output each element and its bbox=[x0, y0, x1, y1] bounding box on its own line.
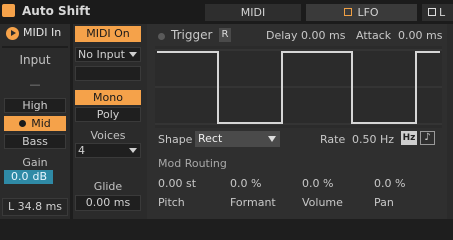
play-icon bbox=[6, 27, 19, 40]
mono-label: Mono bbox=[93, 91, 123, 104]
shape-value: Rect bbox=[198, 132, 223, 145]
midi-input-value: No Input bbox=[78, 48, 125, 61]
latency-readout: L 34.8 ms bbox=[2, 198, 68, 216]
chevron-down-icon bbox=[129, 52, 137, 57]
voices-value: 4 bbox=[78, 144, 85, 157]
more-checkbox-icon[interactable] bbox=[428, 8, 436, 16]
auto-shift-device: Auto Shift MIDI LFO L MIDI In Input — Hi… bbox=[0, 0, 453, 219]
poly-label: Poly bbox=[96, 108, 120, 121]
glide-label: Glide bbox=[93, 180, 123, 193]
high-label: High bbox=[22, 99, 48, 112]
shape-select[interactable]: Rect bbox=[195, 131, 280, 147]
rate-value[interactable]: 0.50 Hz bbox=[352, 133, 394, 146]
mid-button[interactable]: Mid bbox=[4, 116, 66, 131]
left-divider bbox=[2, 46, 68, 48]
midi-in-label: MIDI In bbox=[23, 26, 62, 39]
gain-field[interactable]: 0.0 dB bbox=[4, 170, 53, 184]
selected-dot-icon bbox=[19, 120, 27, 127]
formant-mod-value[interactable]: 0.0 % bbox=[230, 177, 261, 190]
high-button[interactable]: High bbox=[4, 98, 66, 113]
chevron-down-icon bbox=[129, 148, 137, 153]
input-dash: — bbox=[29, 78, 41, 91]
rect-waveform-graphic bbox=[155, 49, 442, 125]
trigger-retrigger-button[interactable]: R bbox=[219, 28, 231, 42]
tab-lfo[interactable]: LFO bbox=[306, 4, 417, 21]
midi-input-select[interactable]: No Input bbox=[75, 47, 141, 62]
tab-midi-label: MIDI bbox=[240, 6, 266, 19]
chevron-down-icon bbox=[268, 136, 276, 142]
pitch-label: Pitch bbox=[158, 196, 185, 209]
volume-label: Volume bbox=[302, 196, 343, 209]
tab-lfo-label: LFO bbox=[357, 6, 379, 19]
rate-label: Rate bbox=[320, 133, 346, 146]
gain-label: Gain bbox=[22, 156, 48, 169]
delay-value[interactable]: 0.00 ms bbox=[301, 29, 345, 42]
pitch-mod-value[interactable]: 0.00 st bbox=[158, 177, 196, 190]
pan-mod-value[interactable]: 0.0 % bbox=[374, 177, 405, 190]
trigger-indicator-icon bbox=[158, 33, 165, 40]
tab-more-label: L bbox=[439, 6, 446, 19]
formant-label: Formant bbox=[230, 196, 276, 209]
hz-mode-button[interactable]: Hz bbox=[401, 131, 417, 145]
glide-field[interactable]: 0.00 ms bbox=[75, 195, 141, 211]
note-sync-button[interactable]: ♪ bbox=[420, 131, 435, 145]
midi-on-button[interactable]: MIDI On bbox=[75, 26, 141, 42]
gain-value: 0.0 bbox=[11, 170, 29, 183]
mono-button[interactable]: Mono bbox=[75, 90, 141, 105]
lfo-waveform-display bbox=[155, 46, 442, 128]
attack-label: Attack bbox=[356, 29, 392, 42]
gain-unit: dB bbox=[32, 170, 48, 183]
midi-on-label: MIDI On bbox=[86, 27, 130, 40]
lfo-checkbox-icon[interactable] bbox=[344, 8, 353, 16]
device-on-toggle[interactable] bbox=[2, 4, 15, 17]
input-label: Input bbox=[19, 53, 51, 67]
tab-more[interactable]: L bbox=[422, 4, 453, 21]
device-title: Auto Shift bbox=[22, 4, 91, 18]
device-title-bar: Auto Shift MIDI LFO L bbox=[0, 0, 453, 24]
midi-channel-select[interactable] bbox=[75, 66, 141, 81]
tab-midi[interactable]: MIDI bbox=[205, 4, 301, 21]
voices-label: Voices bbox=[90, 129, 126, 142]
bass-label: Bass bbox=[22, 135, 48, 148]
shape-label: Shape bbox=[158, 133, 193, 146]
delay-label: Delay bbox=[266, 29, 298, 42]
attack-value[interactable]: 0.00 ms bbox=[398, 29, 442, 42]
mid-label: Mid bbox=[31, 117, 51, 130]
voices-select[interactable]: 4 bbox=[75, 143, 141, 158]
trigger-label: Trigger bbox=[171, 28, 213, 42]
volume-mod-value[interactable]: 0.0 % bbox=[302, 177, 333, 190]
midi-in-toggle[interactable]: MIDI In bbox=[6, 26, 68, 42]
bass-button[interactable]: Bass bbox=[4, 134, 66, 149]
poly-button[interactable]: Poly bbox=[75, 107, 141, 122]
mod-routing-label: Mod Routing bbox=[158, 157, 227, 170]
pan-label: Pan bbox=[374, 196, 394, 209]
